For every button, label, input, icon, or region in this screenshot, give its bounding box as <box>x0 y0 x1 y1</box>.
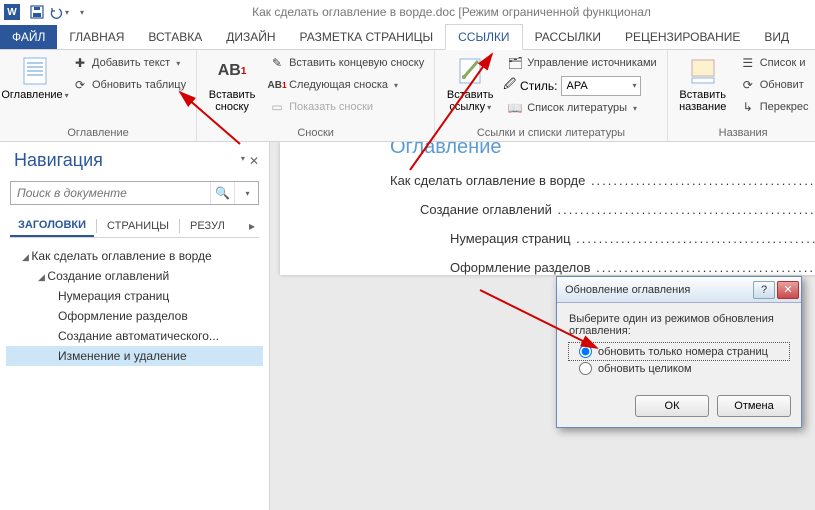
radio-opt1-input[interactable] <box>579 345 592 358</box>
document-page[interactable]: Оглавление Как сделать оглавление в ворд… <box>280 142 815 275</box>
ribbon: Оглавление▾ ✚ Добавить текст▾ ⟳ Обновить… <box>0 50 815 142</box>
nav-tree: Как сделать оглавление в ворде Создание … <box>0 238 269 374</box>
group-toc-label: Оглавление <box>6 125 190 141</box>
toc-line-4[interactable]: Оформление разделов <box>390 260 815 275</box>
dialog-help-button[interactable]: ? <box>753 281 775 299</box>
search-options-button[interactable]: ▾ <box>234 182 258 204</box>
toc-button[interactable]: Оглавление▾ <box>6 53 64 103</box>
cross-reference-button[interactable]: ↳ Перекрес <box>736 97 813 117</box>
radio-opt2-input[interactable] <box>579 362 592 375</box>
search-input[interactable] <box>11 182 210 204</box>
toc-line-1[interactable]: Как сделать оглавление в ворде <box>390 173 815 188</box>
tab-review[interactable]: РЕЦЕНЗИРОВАНИЕ <box>613 25 752 49</box>
dialog-ok-button[interactable]: ОК <box>635 395 709 417</box>
search-button[interactable]: 🔍 <box>210 182 234 204</box>
update-table-button[interactable]: ⟳ Обновить таблицу <box>68 75 190 95</box>
dialog-cancel-button[interactable]: Отмена <box>717 395 791 417</box>
toc-line-3[interactable]: Нумерация страниц <box>390 231 815 246</box>
bibliography-button[interactable]: 📖 Список литературы▾ <box>503 98 660 118</box>
caption-icon <box>687 55 719 87</box>
undo-button[interactable]: ▾ <box>48 1 70 23</box>
dialog-title: Обновление оглавления <box>565 284 751 296</box>
bibliography-icon: 📖 <box>507 100 523 116</box>
doc-heading-oglavlenie: Оглавление <box>390 142 815 159</box>
ribbon-tabs: ФАЙЛ ГЛАВНАЯ ВСТАВКА ДИЗАЙН РАЗМЕТКА СТР… <box>0 24 815 50</box>
insert-footnote-button[interactable]: AB1 Вставить сноску <box>203 53 261 115</box>
tab-home[interactable]: ГЛАВНАЯ <box>57 25 136 49</box>
nav-item-oformlenie[interactable]: Оформление разделов <box>6 306 263 326</box>
navigation-pane: Навигация ▾ ✕ 🔍 ▾ ЗАГОЛОВКИ СТРАНИЦЫ РЕЗ… <box>0 142 270 510</box>
nav-tab-headings[interactable]: ЗАГОЛОВКИ <box>10 215 94 237</box>
style-label: Стиль: <box>520 79 557 93</box>
group-toc: Оглавление▾ ✚ Добавить текст▾ ⟳ Обновить… <box>0 50 197 141</box>
group-citations: Вставить ссылку▾ 🗂 Управление источникам… <box>435 50 667 141</box>
insert-caption-button[interactable]: Вставить название <box>674 53 732 115</box>
toc-icon <box>19 55 51 87</box>
insert-endnote-button[interactable]: ✎ Вставить концевую сноску <box>265 53 428 73</box>
style-icon: 🖉 <box>503 75 516 96</box>
insert-citation-button[interactable]: Вставить ссылку▾ <box>441 53 499 115</box>
radio-update-entire[interactable]: обновить целиком <box>569 360 789 377</box>
tab-insert[interactable]: ВСТАВКА <box>136 25 214 49</box>
qat-customize-button[interactable]: ▾ <box>70 1 92 23</box>
manage-sources-button[interactable]: 🗂 Управление источниками <box>503 53 660 73</box>
radio-update-page-numbers[interactable]: обновить только номера страниц <box>569 343 789 360</box>
footnote-icon: AB1 <box>216 55 248 87</box>
add-text-icon: ✚ <box>72 55 88 71</box>
next-footnote-button[interactable]: AB1 Следующая сноска▾ <box>265 75 428 95</box>
group-footnotes-label: Сноски <box>203 125 428 141</box>
nav-item-izmenenie[interactable]: Изменение и удаление <box>6 346 263 366</box>
nav-item-sozdanie-auto[interactable]: Создание автоматического... <box>6 326 263 346</box>
citation-style-select[interactable]: APA▾ <box>561 76 641 96</box>
nav-search: 🔍 ▾ <box>10 181 259 205</box>
save-button[interactable] <box>26 1 48 23</box>
title-bar: W ▾ ▾ Как сделать оглавление в ворде.doc… <box>0 0 815 24</box>
group-citations-label: Ссылки и списки литературы <box>441 125 660 141</box>
nav-tab-results[interactable]: РЕЗУЛ <box>182 216 233 236</box>
word-app-icon: W <box>4 4 20 20</box>
nav-tab-pages[interactable]: СТРАНИЦЫ <box>99 216 177 236</box>
crossref-icon: ↳ <box>740 99 756 115</box>
nav-options-caret[interactable]: ▾ <box>241 154 245 168</box>
add-text-button[interactable]: ✚ Добавить текст▾ <box>68 53 190 73</box>
list-figures-button[interactable]: ☰ Список и <box>736 53 813 73</box>
endnote-icon: ✎ <box>269 55 285 71</box>
sources-icon: 🗂 <box>507 55 523 71</box>
list-icon: ☰ <box>740 55 756 71</box>
tab-file[interactable]: ФАЙЛ <box>0 25 57 49</box>
nav-tab-scroll-right[interactable]: ▸ <box>245 219 259 233</box>
nav-item-numeraciya[interactable]: Нумерация страниц <box>6 286 263 306</box>
tab-references[interactable]: ССЫЛКИ <box>445 24 522 50</box>
update-toc-dialog: Обновление оглавления ? ✕ Выберите один … <box>556 276 802 428</box>
update-captions-button[interactable]: ⟳ Обновит <box>736 75 813 95</box>
next-footnote-icon: AB1 <box>269 77 285 93</box>
nav-item-root[interactable]: Как сделать оглавление в ворде <box>6 246 263 266</box>
group-footnotes: AB1 Вставить сноску ✎ Вставить концевую … <box>197 50 435 141</box>
group-captions-label: Названия <box>674 125 813 141</box>
tab-view[interactable]: ВИД <box>752 25 801 49</box>
tab-page-layout[interactable]: РАЗМЕТКА СТРАНИЦЫ <box>288 25 446 49</box>
citation-icon <box>454 55 486 87</box>
dialog-close-button[interactable]: ✕ <box>777 281 799 299</box>
tab-mailings[interactable]: РАССЫЛКИ <box>523 25 613 49</box>
nav-item-sozdanie[interactable]: Создание оглавлений <box>6 266 263 286</box>
tab-design[interactable]: ДИЗАЙН <box>214 25 287 49</box>
nav-close-button[interactable]: ✕ <box>249 154 259 168</box>
show-notes-button[interactable]: ▭ Показать сноски <box>265 97 428 117</box>
window-title: Как сделать оглавление в ворде.doc [Режи… <box>92 5 811 19</box>
dialog-prompt: Выберите один из режимов обновления огла… <box>569 313 789 337</box>
nav-title: Навигация <box>14 150 103 171</box>
show-notes-icon: ▭ <box>269 99 285 115</box>
group-captions: Вставить название ☰ Список и ⟳ Обновит ↳… <box>668 50 815 141</box>
toc-line-2[interactable]: Создание оглавлений <box>390 202 815 217</box>
update-icon: ⟳ <box>740 77 756 93</box>
update-table-icon: ⟳ <box>72 77 88 93</box>
undo-dropdown-caret[interactable]: ▾ <box>65 8 69 17</box>
dialog-titlebar[interactable]: Обновление оглавления ? ✕ <box>557 277 801 303</box>
